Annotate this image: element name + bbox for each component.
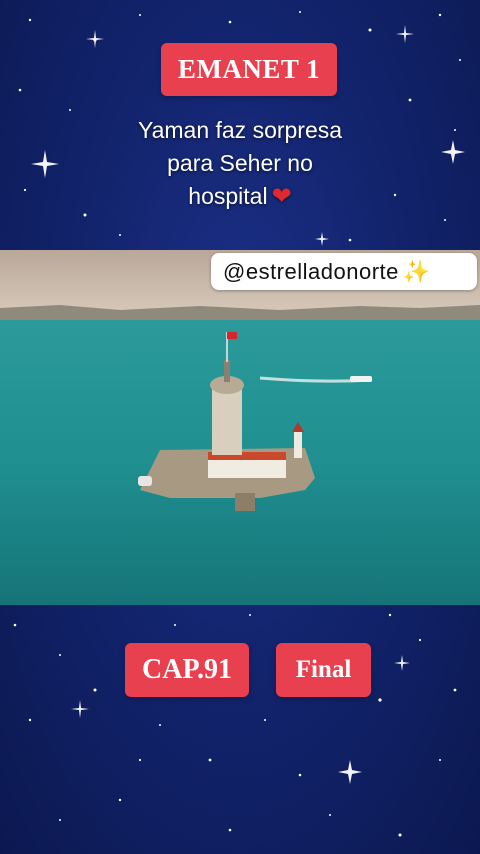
caption-line-3-wrap: hospital ❤ [90, 180, 390, 213]
caption-line-3: hospital [188, 183, 268, 209]
episode-badge: CAP.91 [125, 643, 249, 697]
caption-line-2: para Seher no [167, 150, 313, 176]
account-handle-tag: @estrelladonorte ✨ [211, 253, 477, 290]
dizzy-sparkle-icon: ✨ [402, 258, 431, 284]
account-handle: @estrelladonorte [223, 258, 399, 284]
red-heart-icon: ❤ [271, 183, 292, 210]
maiden-tower-photo [0, 250, 480, 605]
final-badge: Final [276, 643, 371, 697]
caption-text: Yaman faz sorpresa para Seher no hospita… [90, 114, 390, 213]
caption-line-1: Yaman faz sorpresa [137, 117, 343, 143]
title-badge: EMANET 1 [161, 43, 337, 96]
